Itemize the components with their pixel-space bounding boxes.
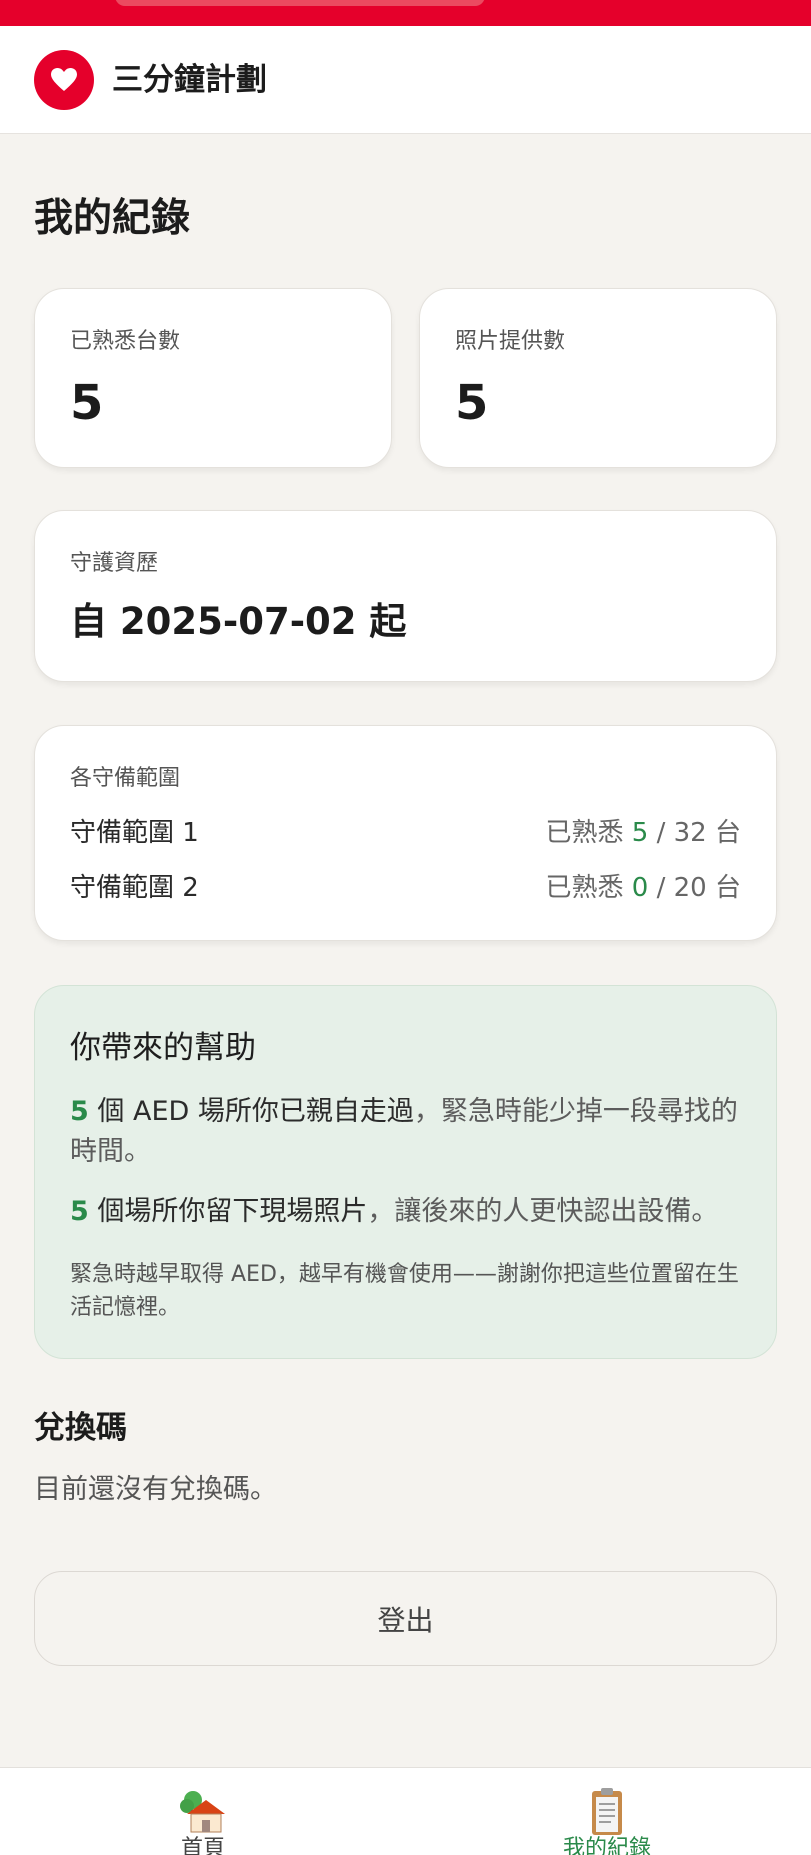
- photo-count-value: 5: [455, 375, 489, 431]
- help-note: 緊急時越早取得 AED，越早有機會使用——謝謝你把這些位置留在生活記憶裡。: [70, 1262, 739, 1320]
- zones-label: 各守備範圍: [70, 766, 181, 791]
- nav-label-records: 我的紀錄: [562, 1836, 651, 1855]
- zones-card: 各守備範圍 守備範圍 1 已熟悉 5 / 32 台 守備範圍 2 已熟悉 0 /…: [34, 725, 777, 941]
- house-icon: [177, 1788, 229, 1836]
- nav-item-home[interactable]: 首頁: [103, 1768, 303, 1855]
- familiar-count-label: 已熟悉台數: [70, 329, 181, 354]
- guard-history-card: 守護資歷 自 2025-07-02 起: [34, 510, 777, 682]
- zone-row[interactable]: 守備範圍 1 已熟悉 5 / 32 台: [70, 815, 741, 851]
- page-title: 我的紀錄: [34, 196, 191, 241]
- nav-item-records[interactable]: 我的紀錄: [507, 1768, 707, 1855]
- guard-history-value: 自 2025-07-02 起: [70, 600, 407, 643]
- zone-name: 守備範圍 2: [70, 873, 199, 903]
- redeem-empty-text: 目前還沒有兌換碼。: [34, 1474, 277, 1505]
- zone-total: / 32: [656, 818, 707, 848]
- status-bar: [0, 0, 811, 26]
- zone-name: 守備範圍 1: [70, 818, 199, 848]
- help-photo-line: 5 個場所你留下現場照片，讓後來的人更快認出設備。: [70, 1192, 750, 1232]
- zone-total: / 20: [656, 873, 707, 903]
- redeem-title: 兌換碼: [34, 1410, 127, 1446]
- help-card: 你帶來的幫助 5 個 AED 場所你已親自走過，緊急時能少掉一段尋找的時間。 5…: [34, 985, 777, 1359]
- nav-label-home: 首頁: [180, 1836, 225, 1855]
- photo-count: 5: [70, 1196, 89, 1227]
- zone-unit: 台: [714, 873, 741, 903]
- photo-count-card: 照片提供數 5: [419, 288, 777, 468]
- status-pill: [115, 0, 485, 6]
- photo-benefit: ，讓後來的人更快認出設備。: [367, 1196, 719, 1227]
- zone-familiar-count: 5: [631, 818, 649, 848]
- zone-unit: 台: [714, 818, 741, 848]
- familiar-count-value: 5: [70, 375, 104, 431]
- zone-row[interactable]: 守備範圍 2 已熟悉 0 / 20 台: [70, 870, 741, 906]
- visited-text: 個 AED 場所你已親自走過: [97, 1096, 414, 1127]
- zone-stat: 已熟悉 5 / 32 台: [546, 815, 741, 851]
- familiar-count-card: 已熟悉台數 5: [34, 288, 392, 468]
- zone-familiar-count: 0: [631, 873, 649, 903]
- photo-text: 個場所你留下現場照片: [97, 1196, 368, 1227]
- visited-count: 5: [70, 1096, 89, 1127]
- guard-history-label: 守護資歷: [70, 551, 159, 576]
- app-title: 三分鐘計劃: [112, 62, 267, 98]
- help-title: 你帶來的幫助: [70, 1030, 256, 1066]
- help-visited-line: 5 個 AED 場所你已親自走過，緊急時能少掉一段尋找的時間。: [70, 1092, 750, 1172]
- zone-stat-prefix: 已熟悉: [545, 873, 624, 903]
- zone-stat-prefix: 已熟悉: [545, 818, 624, 848]
- clipboard-icon: [581, 1788, 633, 1836]
- app-header: 三分鐘計劃: [0, 26, 811, 134]
- photo-count-label: 照片提供數: [455, 329, 566, 354]
- logout-button[interactable]: 登出: [34, 1571, 777, 1666]
- zone-stat: 已熟悉 0 / 20 台: [546, 870, 741, 906]
- heart-icon[interactable]: [34, 50, 94, 110]
- bottom-nav: 首頁 我的紀錄: [0, 1767, 811, 1855]
